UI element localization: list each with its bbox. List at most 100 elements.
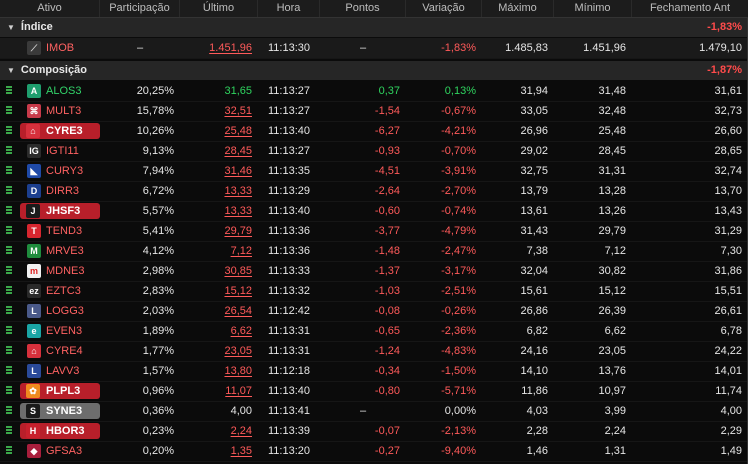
table-row[interactable]: J JHSF3 5,57% 13,33 11:13:40 -0,60 -0,74% 13,61… xyxy=(0,201,748,222)
col-header-participacao[interactable]: Participação xyxy=(100,0,180,17)
cell-pontos: – xyxy=(359,42,367,54)
table-row[interactable]: m MDNE3 2,98% 30,85 11:13:33 -1,37 -3,17% 32,04… xyxy=(0,261,748,282)
ticker[interactable]: ALOS3 xyxy=(46,81,81,101)
ticker[interactable]: MDNE3 xyxy=(46,261,85,281)
cell-ultimo: 23,05 xyxy=(224,345,252,357)
table-row[interactable]: ◆ GFSA3 0,20% 1,35 11:13:20 -0,27 -9,40% 1,46 1,… xyxy=(0,441,748,462)
mrve-logo-icon: M xyxy=(27,244,41,258)
cell-ativo: S SYNE3 xyxy=(0,401,100,421)
drag-handle-icon[interactable] xyxy=(6,446,12,456)
ticker[interactable]: GFSA3 xyxy=(46,441,82,461)
drag-handle-icon[interactable] xyxy=(6,246,12,256)
col-header-variacao[interactable]: Variação xyxy=(406,0,482,17)
drag-handle-icon[interactable] xyxy=(6,366,12,376)
drag-handle-icon[interactable] xyxy=(6,386,12,396)
collapse-triangle-icon[interactable]: ▼ xyxy=(7,18,15,37)
ticker[interactable]: MRVE3 xyxy=(46,241,84,261)
ticker-badge[interactable]: J JHSF3 xyxy=(20,203,100,219)
ticker-badge[interactable]: ✿ PLPL3 xyxy=(20,383,100,399)
table-row[interactable]: H HBOR3 0,23% 2,24 11:13:39 -0,07 -2,13% 2,28 2,… xyxy=(0,421,748,442)
cell-hora: 11:13:31 xyxy=(267,345,310,357)
table-row[interactable]: ⌂ CYRE4 1,77% 23,05 11:13:31 -1,24 -4,83% 24,16… xyxy=(0,341,748,362)
drag-handle-icon[interactable] xyxy=(6,306,12,316)
table-row[interactable]: ⌘ MULT3 15,78% 32,51 11:13:27 -1,54 -0,67% 33,0… xyxy=(0,101,748,122)
cell-pontos: -0,80 xyxy=(374,385,400,397)
ticker[interactable]: MULT3 xyxy=(46,101,81,121)
drag-handle-icon[interactable] xyxy=(6,146,12,156)
cell-maximo: 11,86 xyxy=(521,385,548,397)
cell-hora: 11:13:41 xyxy=(267,405,310,417)
drag-handle-icon[interactable] xyxy=(6,206,12,216)
ticker-badge[interactable]: S SYNE3 xyxy=(20,403,100,419)
ticker-badge[interactable]: ⌂ CYRE3 xyxy=(20,123,100,139)
ticker-badge[interactable]: H HBOR3 xyxy=(20,423,100,439)
col-header-pontos[interactable]: Pontos xyxy=(320,0,406,17)
ticker[interactable]: DIRR3 xyxy=(46,181,79,201)
drag-handle-icon[interactable] xyxy=(6,166,12,176)
col-header-ativo[interactable]: Ativo xyxy=(0,0,100,17)
table-row[interactable]: ez EZTC3 2,83% 15,12 11:13:32 -1,03 -2,51% 15,6… xyxy=(0,281,748,302)
table-row[interactable]: ✿ PLPL3 0,96% 11,07 11:13:40 -0,80 -5,71% 11,86… xyxy=(0,381,748,402)
cell-hora: 11:13:27 xyxy=(267,105,310,117)
section-indice[interactable]: ▼ Índice -1,83% xyxy=(0,18,748,37)
table-row[interactable]: T TEND3 5,41% 29,79 11:13:36 -3,77 -4,79% 31,43… xyxy=(0,221,748,242)
drag-handle-icon[interactable] xyxy=(6,126,12,136)
ticker[interactable]: LAVV3 xyxy=(46,361,79,381)
table-row[interactable]: L LAVV3 1,57% 13,80 11:12:18 -0,34 -1,50% 14,10… xyxy=(0,361,748,382)
drag-handle-icon[interactable] xyxy=(6,326,12,336)
table-row[interactable]: D DIRR3 6,72% 13,33 11:13:29 -2,64 -2,70% 13,79… xyxy=(0,181,748,202)
drag-handle-icon[interactable] xyxy=(6,86,12,96)
table-row[interactable]: M MRVE3 4,12% 7,12 11:13:36 -1,48 -2,47% 7,38 7,… xyxy=(0,241,748,262)
table-row[interactable]: S SYNE3 0,36% 4,00 11:13:41 – 0,00% 4,03 3,99 4,0… xyxy=(0,401,748,422)
cell-maximo: 2,28 xyxy=(526,425,548,437)
ticker[interactable]: LOGG3 xyxy=(46,301,84,321)
cell-ultimo: 1.451,96 xyxy=(209,42,252,54)
cell-pontos: -1,48 xyxy=(374,245,400,257)
col-header-minimo[interactable]: Mínimo xyxy=(554,0,632,17)
cell-maximo: 26,86 xyxy=(520,305,548,317)
table-row[interactable]: IG IGTI11 9,13% 28,45 11:13:27 -0,93 -0,70% 29,… xyxy=(0,141,748,162)
ticker[interactable]: IGTI11 xyxy=(46,141,79,161)
table-row[interactable]: L LOGG3 2,03% 26,54 11:12:42 -0,08 -0,26% 26,86… xyxy=(0,301,748,322)
drag-handle-icon[interactable] xyxy=(6,346,12,356)
section-composicao[interactable]: ▼ Composição -1,87% xyxy=(0,61,748,80)
drag-handle-icon[interactable] xyxy=(6,286,12,296)
table-row[interactable]: ⟋ IMOB – 1.451,96 11:13:30 – -1,83% 1.48… xyxy=(0,38,748,59)
cell-minimo: 28,45 xyxy=(598,145,626,157)
section-label: Índice xyxy=(20,21,53,33)
cell-fechamento: 32,73 xyxy=(714,105,742,117)
ticker[interactable]: CURY3 xyxy=(46,161,83,181)
table-row[interactable]: A ALOS3 20,25% 31,65 11:13:27 0,37 0,13% 31,94 3… xyxy=(0,81,748,102)
cell-ativo: A ALOS3 xyxy=(0,81,100,101)
ticker[interactable]: EZTC3 xyxy=(46,281,81,301)
drag-handle-icon[interactable] xyxy=(6,266,12,276)
ticker[interactable]: EVEN3 xyxy=(46,321,82,341)
cell-minimo: 10,97 xyxy=(598,385,626,397)
ticker[interactable]: TEND3 xyxy=(46,221,82,241)
cell-ultimo: 31,65 xyxy=(224,85,252,97)
table-row[interactable]: e EVEN3 1,89% 6,62 11:13:31 -0,65 -2,36% 6,82 6,… xyxy=(0,321,748,342)
collapse-triangle-icon[interactable]: ▼ xyxy=(7,61,15,80)
table-row[interactable]: ◣ CURY3 7,94% 31,46 11:13:35 -4,51 -3,91% 32,75… xyxy=(0,161,748,182)
col-header-hora[interactable]: Hora xyxy=(258,0,320,17)
cell-variacao: -4,83% xyxy=(441,345,476,357)
ticker[interactable]: CYRE4 xyxy=(46,341,83,361)
cell-fechamento: 13,43 xyxy=(714,205,742,217)
cell-fechamento: 6,78 xyxy=(720,325,742,337)
cell-minimo: 23,05 xyxy=(598,345,626,357)
cell-minimo: 1.451,96 xyxy=(583,42,626,54)
cell-fechamento: 24,22 xyxy=(714,345,742,357)
col-header-maximo[interactable]: Máximo xyxy=(482,0,554,17)
cell-fechamento: 1.479,10 xyxy=(699,42,742,54)
cell-ativo: J JHSF3 xyxy=(0,201,100,221)
drag-handle-icon[interactable] xyxy=(6,226,12,236)
table-row[interactable]: ⌂ CYRE3 10,26% 25,48 11:13:40 -6,27 -4,21% 26,9… xyxy=(0,121,748,142)
drag-handle-icon[interactable] xyxy=(6,426,12,436)
drag-handle-icon[interactable] xyxy=(6,186,12,196)
cell-minimo: 31,48 xyxy=(598,85,626,97)
cell-maximo: 15,61 xyxy=(520,285,548,297)
drag-handle-icon[interactable] xyxy=(6,406,12,416)
drag-handle-icon[interactable] xyxy=(6,106,12,116)
col-header-ultimo[interactable]: Último xyxy=(180,0,258,17)
col-header-fechamento[interactable]: Fechamento Ant xyxy=(632,0,748,17)
